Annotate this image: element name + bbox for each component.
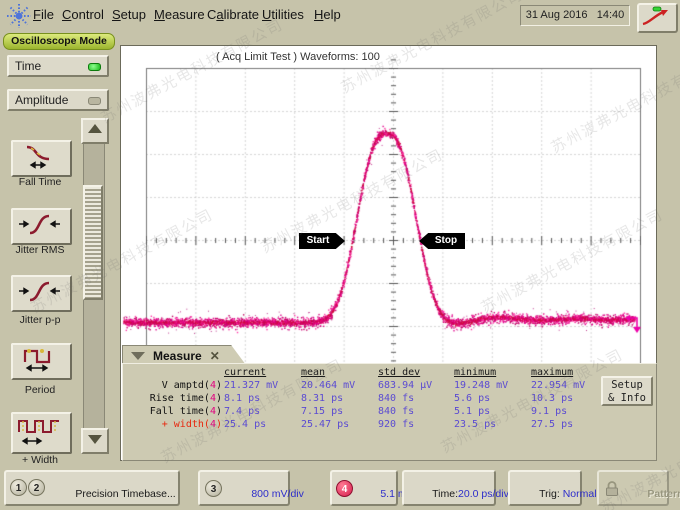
lock-icon [604, 480, 620, 497]
channel-3-badge: 3 [205, 480, 222, 497]
menu-file[interactable]: File [33, 7, 54, 22]
menu-setup[interactable]: Setup [112, 7, 146, 22]
ch3-scale-value: 800 mV/div [251, 488, 304, 500]
time-delay-status-button[interactable]: Time:20.0 ps/div Delay:24.3115 ns [402, 470, 496, 506]
trig-mode-value: Normal [563, 488, 597, 500]
jitter-rms-label: Jitter RMS [0, 244, 80, 256]
amplitude-led-off-icon [88, 97, 101, 105]
plus-width-button[interactable] [11, 412, 72, 454]
close-icon[interactable]: ✕ [210, 349, 220, 363]
scroll-up-button[interactable] [81, 118, 109, 144]
period-icon [13, 345, 66, 374]
chevron-down-icon[interactable] [131, 352, 145, 360]
pattern-lock-button[interactable]: Pattern Lock [597, 470, 669, 506]
setup-info-button[interactable]: Setup & Info [601, 376, 653, 406]
jitter-pp-label: Jitter p-p [0, 314, 80, 326]
menu-measure[interactable]: Measure [154, 7, 205, 22]
channel-4-badge: 4 [336, 480, 353, 497]
amplitude-mode-label: Amplitude [15, 93, 68, 107]
trigger-status-button[interactable]: Trig: Normal -528 mV [508, 470, 582, 506]
col-maximum: maximum [531, 367, 573, 378]
amplitude-mode-button[interactable]: Amplitude [7, 89, 109, 111]
time-mode-button[interactable]: Time [7, 55, 109, 77]
jitter-rms-button[interactable] [11, 208, 72, 245]
time-led-on-icon [88, 63, 101, 71]
status-bar: 1 2 Precision Timebase... Reference: 22.… [0, 465, 680, 510]
acquisition-status-text: ( Acq Limit Test ) Waveforms: 100 [216, 51, 380, 63]
menu-control[interactable]: Control [62, 7, 104, 22]
fall-time-button[interactable] [11, 140, 72, 177]
plus-width-icon [13, 414, 66, 448]
col-std-dev: std dev [378, 367, 420, 378]
col-mean: mean [301, 367, 325, 378]
sidebar: Oscilloscope Mode Time Amplitude Fall Ti… [0, 30, 116, 466]
measure-row-rise-time: Rise time(4) 8.1 ps 8.31 ps 840 fs 5.6 p… [123, 393, 658, 405]
menu-calibrate[interactable]: Calibrate [207, 7, 259, 22]
time-mode-label: Time [15, 59, 41, 73]
measure-panel: Measure ✕ current mean std dev minimum m… [122, 345, 657, 461]
period-label: Period [0, 384, 80, 396]
measure-tab-label: Measure [153, 349, 202, 363]
channel4-status-button[interactable]: 4 5.1 mV/div 10.9 mV [330, 470, 398, 506]
fall-time-label: Fall Time [0, 176, 80, 188]
triangle-down-icon [88, 435, 102, 444]
jitter-pp-button[interactable] [11, 275, 72, 312]
measure-row-plus-width: + width(4) 25.4 ps 25.47 ps 920 fs 23.5 … [123, 419, 658, 431]
jitter-rms-icon [13, 210, 66, 239]
time-value: 20.0 ps/div [458, 488, 509, 500]
measure-tab[interactable]: Measure ✕ [122, 345, 246, 365]
timebase-line1: Precision Timebase... [75, 488, 175, 500]
run-button[interactable] [637, 3, 678, 33]
agilent-logo-icon [6, 3, 32, 29]
triangle-up-icon [88, 124, 102, 133]
measure-row-fall-time: Fall time(4) 7.4 ps 7.15 ps 840 fs 5.1 p… [123, 406, 658, 418]
run-waveform-icon [639, 5, 672, 27]
channel-2-badge: 2 [28, 479, 45, 496]
trig-label: Trig: [539, 488, 560, 500]
scroll-down-button[interactable] [81, 428, 109, 454]
sidebar-scrollbar-thumb[interactable] [83, 185, 103, 300]
menu-help[interactable]: Help [314, 7, 341, 22]
channel-1-badge: 1 [10, 479, 27, 496]
setup-info-line1: Setup [603, 379, 651, 392]
start-marker-flag[interactable]: Start [299, 233, 345, 249]
channel3-status-button[interactable]: 3 800 mV/div -2.000 V [198, 470, 290, 506]
measure-table: current mean std dev minimum maximum V a… [122, 363, 657, 461]
pattern-lock-line1: Pattern [647, 488, 680, 500]
time-label: Time: [432, 488, 458, 500]
measure-row-vamptd: V amptd(4) 21.327 mV 20.464 mV 683.94 µV… [123, 380, 658, 392]
stop-marker-flag[interactable]: Stop [419, 233, 465, 249]
col-minimum: minimum [454, 367, 496, 378]
timebase-status-button[interactable]: 1 2 Precision Timebase... Reference: 22.… [4, 470, 180, 506]
menu-bar: File Control Setup Measure Calibrate Uti… [0, 0, 680, 30]
period-button[interactable] [11, 343, 72, 380]
setup-info-line2: & Info [603, 392, 651, 405]
oscilloscope-mode-header: Oscilloscope Mode [3, 33, 115, 50]
jitter-pp-icon [13, 277, 66, 306]
menu-utilities[interactable]: Utilities [262, 7, 304, 22]
col-current: current [224, 367, 266, 378]
datetime-display: 31 Aug 2016 14:40 [520, 5, 630, 26]
oscilloscope-screen: File Control Setup Measure Calibrate Uti… [0, 0, 680, 510]
fall-time-icon [13, 142, 66, 171]
